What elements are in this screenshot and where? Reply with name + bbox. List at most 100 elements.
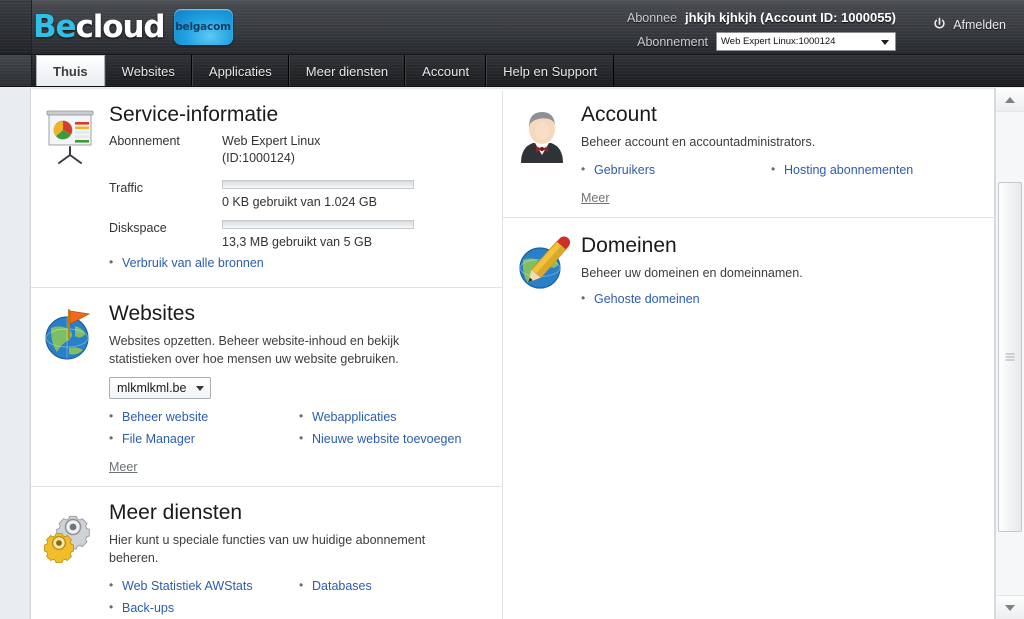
belgacom-badge: belgacom xyxy=(173,9,233,45)
scroll-down-button[interactable] xyxy=(996,595,1024,619)
scrollbar-thumb[interactable] xyxy=(998,182,1022,532)
section-meer-diensten: Meer diensten Hier kunt u speciale funct… xyxy=(31,485,502,619)
tab-applicaties-label: Applicaties xyxy=(208,63,272,79)
logout-button[interactable]: Afmelden xyxy=(932,17,1006,32)
list-item: Gehoste domeinen xyxy=(581,290,984,308)
subscription-row: Abonnement Web Expert Linux:1000124 xyxy=(627,31,896,52)
websites-meer-link[interactable]: Meer xyxy=(109,460,137,474)
tab-account-label: Account xyxy=(422,63,470,79)
left-column: Service-informatie Abonnement Web Expert… xyxy=(31,89,502,619)
account-meer-link[interactable]: Meer xyxy=(581,191,609,205)
tab-help-en-support[interactable]: Help en Support xyxy=(486,55,615,86)
tab-meer-diensten-label: Meer diensten xyxy=(305,63,389,79)
tab-account[interactable]: Account xyxy=(405,55,487,86)
websites-links: Beheer website File Manager Webapplicati… xyxy=(109,407,490,453)
account-links-col1: Gebruikers xyxy=(581,161,771,184)
header-left-notch xyxy=(0,0,32,54)
list-item: Back-ups xyxy=(109,599,299,617)
tab-list: Thuis Websites Applicaties Meer diensten… xyxy=(36,55,615,86)
section-service-informatie: Service-informatie Abonnement Web Expert… xyxy=(31,89,502,287)
abonnement-key: Abonnement xyxy=(109,134,180,149)
list-item: Hosting abonnementen xyxy=(771,161,961,179)
content-panel: Service-informatie Abonnement Web Expert… xyxy=(30,88,996,619)
list-item: Databases xyxy=(299,577,489,595)
gears-icon xyxy=(44,515,90,563)
account-title: Account xyxy=(581,103,657,126)
power-icon xyxy=(934,17,945,29)
meer-diensten-links: Web Statistiek AWStats Back-ups Database… xyxy=(109,576,490,619)
section-account: Account Beheer account en accountadminis… xyxy=(503,89,996,217)
logout-label: Afmelden xyxy=(953,17,1006,32)
websites-links-col1: Beheer website File Manager xyxy=(109,408,299,453)
link-webapplicaties[interactable]: Webapplicaties xyxy=(312,410,397,424)
right-column: Account Beheer account en accountadminis… xyxy=(503,89,996,323)
subscriber-label: Abonnee xyxy=(626,10,678,25)
list-item: File Manager xyxy=(109,430,299,448)
link-gehoste-domeinen[interactable]: Gehoste domeinen xyxy=(594,292,700,306)
diskspace-progress-bar xyxy=(222,219,414,229)
becloud-logo[interactable]: Becloud belgacom xyxy=(33,6,233,48)
tab-websites-label: Websites xyxy=(121,63,175,79)
domeinen-title: Domeinen xyxy=(581,234,677,258)
traffic-key: Traffic xyxy=(109,180,144,195)
list-item: Nieuwe website toevoegen xyxy=(299,430,489,448)
tab-applicaties[interactable]: Applicaties xyxy=(191,55,289,86)
link-beheer-website[interactable]: Beheer website xyxy=(122,410,208,424)
websites-description: Websites opzetten. Beheer website-inhoud… xyxy=(109,333,400,366)
logo-be-text: Be xyxy=(33,8,77,45)
meer-diensten-description: Hier kunt u speciale functies van uw hui… xyxy=(109,532,426,566)
tabbar-left-notch xyxy=(0,55,32,86)
tab-thuis-label: Thuis xyxy=(53,64,88,79)
traffic-caption: 0 KB gebruikt van 1.024 GB xyxy=(222,194,377,209)
scroll-grip-icon xyxy=(1005,353,1015,361)
globe-pencil-icon xyxy=(519,236,571,289)
site-select[interactable]: mlkmlkml.be xyxy=(109,377,211,400)
service-informatie-title: Service-informatie xyxy=(109,103,279,126)
traffic-progress-bar xyxy=(222,179,414,189)
scroll-up-button[interactable] xyxy=(996,88,1024,112)
service-info-row-traffic: Traffic 0 KB gebruikt van 1.024 GB xyxy=(109,179,490,209)
link-back-ups[interactable]: Back-ups xyxy=(122,601,174,615)
left-gutter xyxy=(0,176,30,619)
page-root: Becloud belgacom Abonnee jhkjh kjhkjh (A… xyxy=(0,0,1024,619)
link-verbruik-van-alle-bronnen[interactable]: Verbruik van alle bronnen xyxy=(122,256,264,270)
logo-text: Becloud xyxy=(33,8,166,45)
service-info-row-diskspace: Diskspace 13,3 MB gebruikt van 5 GB xyxy=(109,219,490,249)
link-file-manager[interactable]: File Manager xyxy=(122,432,195,446)
list-item: Beheer website xyxy=(109,408,299,426)
service-info-row-abonnement: Abonnement Web Expert Linux (ID:1000124) xyxy=(109,133,490,167)
meer-diensten-links-col2: Databases xyxy=(299,577,489,619)
tab-websites[interactable]: Websites xyxy=(104,55,192,86)
chevron-down-icon xyxy=(196,386,204,392)
list-item: Web Statistiek AWStats xyxy=(109,577,299,595)
list-item: Verbruik van alle bronnen xyxy=(109,254,490,272)
diskspace-usage-cell: 13,3 MB gebruikt van 5 GB xyxy=(222,219,414,249)
subscriber-row: Abonnee jhkjh kjhkjh (Account ID: 100005… xyxy=(627,7,896,28)
link-hosting-abonnementen[interactable]: Hosting abonnementen xyxy=(784,163,913,177)
tab-thuis[interactable]: Thuis xyxy=(36,55,105,86)
section-domeinen: Domeinen Beheer uw domeinen en domeinnam… xyxy=(503,217,996,323)
link-nieuwe-website-toevoegen[interactable]: Nieuwe website toevoegen xyxy=(312,432,461,446)
list-item: Webapplicaties xyxy=(299,408,489,426)
abonnement-value-line2: (ID:1000124) xyxy=(222,150,295,165)
top-header-bar: Becloud belgacom Abonnee jhkjh kjhkjh (A… xyxy=(0,0,1024,55)
tab-help-en-support-label: Help en Support xyxy=(503,63,598,79)
meer-diensten-title: Meer diensten xyxy=(109,500,243,524)
belgacom-badge-text: belgacom xyxy=(175,21,231,33)
site-select-value: mlkmlkml.be xyxy=(117,381,187,396)
subscriber-value: jhkjh kjhkjh (Account ID: 1000055) xyxy=(685,10,896,25)
vertical-scrollbar[interactable] xyxy=(995,88,1024,619)
account-links-col2: Hosting abonnementen xyxy=(771,161,961,184)
link-gebruikers[interactable]: Gebruikers xyxy=(594,163,655,177)
subscription-select[interactable]: Web Expert Linux:1000124 xyxy=(716,32,896,51)
account-info-block: Abonnee jhkjh kjhkjh (Account ID: 100005… xyxy=(627,7,896,52)
chevron-down-icon xyxy=(881,39,889,45)
link-web-statistiek-awstats[interactable]: Web Statistiek AWStats xyxy=(122,579,253,593)
subscription-label: Abonnement xyxy=(637,34,708,49)
tab-meer-diensten[interactable]: Meer diensten xyxy=(288,55,406,86)
presentation-chart-icon xyxy=(46,110,94,164)
link-databases[interactable]: Databases xyxy=(312,579,372,593)
scroll-up-arrow-icon xyxy=(1005,96,1015,103)
page-body: Service-informatie Abonnement Web Expert… xyxy=(0,88,1024,619)
diskspace-key: Diskspace xyxy=(109,220,167,235)
